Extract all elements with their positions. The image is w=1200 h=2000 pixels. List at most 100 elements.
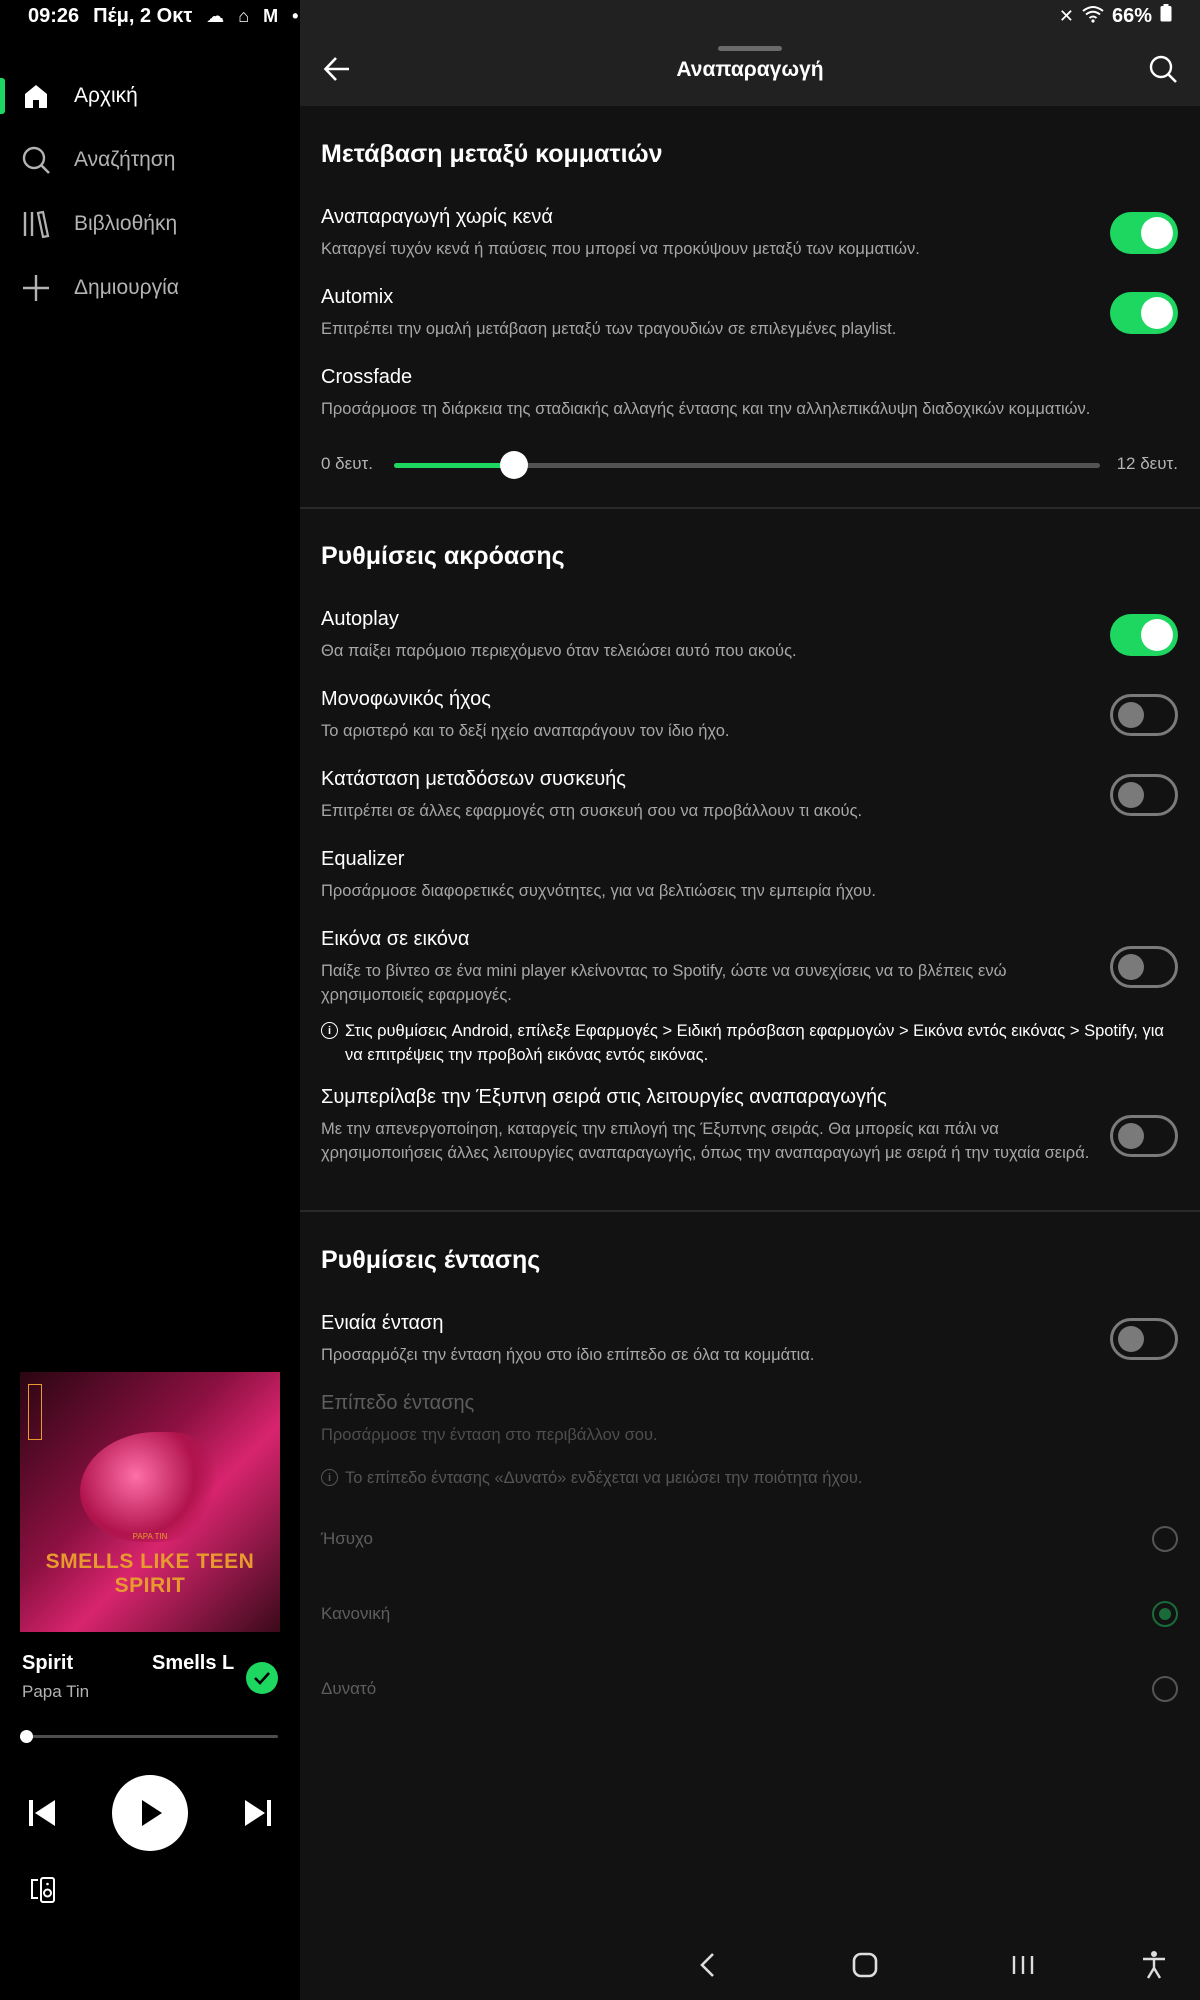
- crossfade-slider-fill: [394, 463, 515, 468]
- mono-audio-desc: Το αριστερό και το δεξί ηχείο αναπαράγου…: [321, 722, 730, 740]
- normalize-desc: Προσαρμόζει την ένταση ήχου στο ίδιο επί…: [321, 1346, 815, 1364]
- crossfade-title: Crossfade: [321, 366, 413, 388]
- search-button[interactable]: [1146, 52, 1180, 86]
- section-divider: [300, 1210, 1200, 1212]
- pip-info-note: i Στις ρυθμίσεις Android, επίλεξε Εφαρμο…: [321, 1019, 1181, 1067]
- status-date: Πέμ, 2 Οκτ: [93, 4, 193, 27]
- dot-icon: •: [292, 5, 299, 26]
- volume-level-note: i Το επίπεδο έντασης «Δυνατό» ενδέχεται …: [321, 1466, 1181, 1490]
- home-notification-icon: ⌂: [238, 5, 250, 26]
- pip-info-text: Στις ρυθμίσεις Android, επίλεξε Εφαρμογέ…: [345, 1022, 1164, 1064]
- gapless-title: Αναπαραγωγή χωρίς κενά: [321, 206, 553, 228]
- system-back-button[interactable]: [688, 1945, 728, 1985]
- volume-level-title: Επίπεδο έντασης: [321, 1392, 475, 1414]
- automix-desc: Επιτρέπει την ομαλή μετάβαση μεταξύ των …: [321, 320, 897, 338]
- wifi-icon: [1082, 5, 1104, 28]
- mono-audio-title: Μονοφωνικός ήχος: [321, 688, 491, 710]
- now-playing-title-scroll[interactable]: Smells L: [152, 1652, 236, 1675]
- info-icon: i: [321, 1469, 338, 1486]
- toggle-knob: [1141, 297, 1173, 329]
- crossfade-desc: Προσάρμοσε τη διάρκεια της σταδιακής αλλ…: [321, 400, 1091, 418]
- battery-percent: 66%: [1111, 4, 1152, 27]
- now-playing-artist[interactable]: Papa Tin: [22, 1682, 89, 1702]
- smart-shuffle-toggle[interactable]: [1110, 1115, 1178, 1157]
- automix-toggle[interactable]: [1110, 292, 1178, 334]
- sidebar-item-label: Αρχική: [74, 84, 138, 107]
- normalize-title: Ενιαία ένταση: [321, 1312, 444, 1334]
- equalizer-title[interactable]: Equalizer: [321, 848, 404, 871]
- next-button[interactable]: [238, 1795, 278, 1831]
- autoplay-desc: Θα παίξει παρόμοιο περιεχόμενο όταν τελε…: [321, 642, 797, 660]
- mute-icon: ✕: [1058, 5, 1074, 26]
- volume-option-quiet[interactable]: Ήσυχο: [321, 1529, 373, 1549]
- toggle-knob: [1118, 782, 1144, 808]
- accessibility-icon[interactable]: [1134, 1945, 1174, 1985]
- toggle-knob: [1141, 217, 1173, 249]
- previous-button[interactable]: [22, 1795, 62, 1831]
- device-broadcast-title: Κατάσταση μεταδόσεων συσκευής: [321, 768, 626, 790]
- cloud-icon: ☁: [206, 5, 225, 26]
- smart-shuffle-desc: Με την απενεργοποίηση, καταργείς την επι…: [321, 1120, 1090, 1162]
- autoplay-title: Autoplay: [321, 608, 399, 630]
- crossfade-slider[interactable]: [394, 451, 1100, 479]
- system-home-button[interactable]: [845, 1945, 885, 1985]
- sidebar-item-library[interactable]: Βιβλιοθήκη: [0, 192, 300, 256]
- drag-handle[interactable]: [718, 46, 782, 51]
- now-playing-title[interactable]: Spirit: [22, 1652, 73, 1675]
- home-icon: [20, 80, 52, 112]
- album-art[interactable]: PAPA TIN SMELLS LIKE TEEN SPIRIT: [20, 1372, 280, 1632]
- volume-level-desc: Προσάρμοσε την ένταση στο περιβάλλον σου…: [321, 1426, 658, 1444]
- saved-check-icon[interactable]: [246, 1662, 278, 1694]
- autoplay-toggle[interactable]: [1110, 614, 1178, 656]
- sidebar-item-home[interactable]: Αρχική: [0, 64, 300, 128]
- crossfade-min-label: 0 δευτ.: [321, 454, 373, 473]
- section-title-transitions: Μετάβαση μεταξύ κομματιών: [321, 140, 663, 168]
- sidebar-item-label: Δημιουργία: [74, 276, 179, 299]
- crossfade-slider-knob[interactable]: [500, 451, 529, 479]
- crossfade-max-label: 12 δευτ.: [1116, 454, 1178, 473]
- pip-toggle[interactable]: [1110, 946, 1178, 988]
- equalizer-desc[interactable]: Προσάρμοσε διαφορετικές συχνότητες, για …: [321, 879, 1101, 903]
- toggle-knob: [1118, 1123, 1144, 1149]
- battery-icon: [1160, 4, 1172, 28]
- page-title: Αναπαραγωγή: [676, 58, 824, 81]
- connect-device-icon[interactable]: [28, 1875, 58, 1905]
- pip-title: Εικόνα σε εικόνα: [321, 928, 470, 950]
- system-navigation-bar: [300, 1930, 1200, 2000]
- library-icon: [20, 208, 52, 240]
- volume-level-note-text: Το επίπεδο έντασης «Δυνατό» ενδέχεται να…: [345, 1469, 863, 1487]
- toggle-knob: [1118, 702, 1144, 728]
- mail-icon: M: [263, 5, 279, 26]
- section-title-volume: Ρυθμίσεις έντασης: [321, 1246, 541, 1274]
- smart-shuffle-title: Συμπερίλαβε την Έξυπνη σειρά στις λειτου…: [321, 1086, 887, 1108]
- sidebar-nav: Αρχική Αναζήτηση Βιβλιοθήκη Δημιουργία: [0, 64, 300, 320]
- progress-knob[interactable]: [20, 1730, 33, 1743]
- status-bar: 09:26 Πέμ, 2 Οκτ ☁ ⌂ M • ✕ 66%: [0, 0, 1200, 32]
- playback-progress-bar[interactable]: [20, 1730, 278, 1743]
- volume-radio-normal[interactable]: [1152, 1601, 1178, 1627]
- mono-audio-toggle[interactable]: [1110, 694, 1178, 736]
- section-divider: [300, 507, 1200, 509]
- toggle-knob: [1118, 1326, 1144, 1352]
- volume-radio-loud[interactable]: [1152, 1676, 1178, 1702]
- volume-radio-quiet[interactable]: [1152, 1526, 1178, 1552]
- album-art-emblem: [28, 1384, 42, 1440]
- sidebar-item-create[interactable]: Δημιουργία: [0, 256, 300, 320]
- status-time: 09:26: [28, 4, 80, 27]
- sidebar-item-label: Βιβλιοθήκη: [74, 212, 178, 235]
- play-button[interactable]: [112, 1775, 188, 1851]
- album-art-face: [80, 1432, 220, 1542]
- settings-panel: Αναπαραγωγή Μετάβαση μεταξύ κομματιών Αν…: [300, 0, 1200, 2000]
- section-title-listening: Ρυθμίσεις ακρόασης: [321, 542, 565, 570]
- normalize-toggle[interactable]: [1110, 1318, 1178, 1360]
- sidebar: Αρχική Αναζήτηση Βιβλιοθήκη Δημιουργία P…: [0, 0, 300, 2000]
- volume-option-loud[interactable]: Δυνατό: [321, 1679, 376, 1699]
- album-art-artist: PAPA TIN: [132, 1532, 168, 1541]
- device-broadcast-toggle[interactable]: [1110, 774, 1178, 816]
- gapless-toggle[interactable]: [1110, 212, 1178, 254]
- sidebar-item-search[interactable]: Αναζήτηση: [0, 128, 300, 192]
- info-icon: i: [321, 1022, 338, 1039]
- system-recents-button[interactable]: [1003, 1945, 1043, 1985]
- volume-option-normal[interactable]: Κανονική: [321, 1604, 390, 1624]
- toggle-knob: [1141, 619, 1173, 651]
